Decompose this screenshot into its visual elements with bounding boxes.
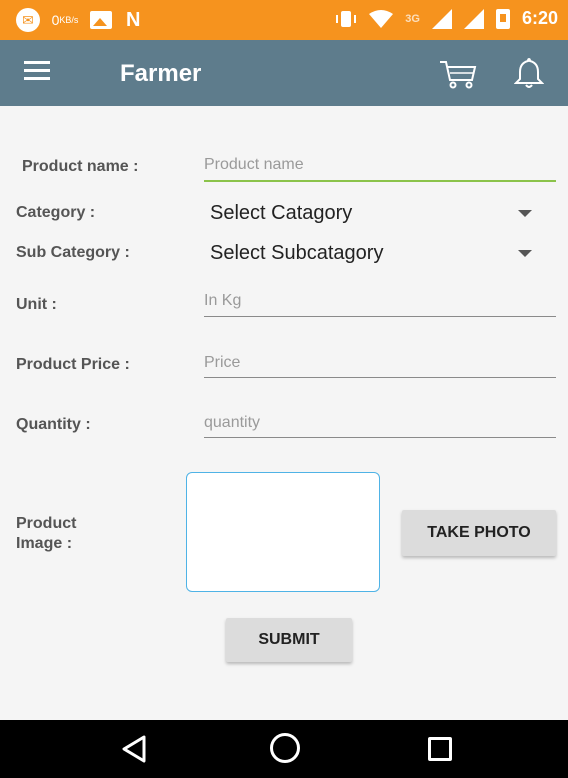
sub-category-select[interactable]: Select Subcatagory — [210, 242, 383, 265]
sub-category-dropdown-icon[interactable] — [518, 250, 532, 257]
product-name-input[interactable]: Product name — [204, 156, 556, 182]
quantity-label: Quantity : — [16, 416, 91, 433]
network-speed-indicator: 0 KB/s — [51, 12, 79, 28]
price-input[interactable]: Price — [204, 354, 556, 378]
network-type-label: 3G — [405, 12, 420, 25]
n-notification-icon: N — [126, 8, 141, 31]
category-dropdown-icon[interactable] — [518, 210, 532, 217]
system-nav-bar — [0, 720, 568, 778]
network-speed-value: 0 — [51, 12, 60, 28]
unit-input[interactable]: In Kg — [204, 292, 556, 317]
status-bar: ✉ 0 KB/s N 3G 6:20 — [0, 0, 568, 40]
notification-chat-icon: ✉ — [16, 8, 40, 32]
gallery-notification-icon — [90, 11, 112, 29]
app-bar: Farmer — [0, 40, 568, 106]
unit-label: Unit : — [16, 296, 57, 313]
status-time: 6:20 — [521, 8, 558, 28]
product-image-label-line1: Product — [16, 515, 77, 532]
product-image-label-line2: Image : — [16, 535, 73, 552]
back-icon[interactable] — [120, 734, 148, 764]
category-label: Category : — [16, 204, 96, 221]
product-name-label: Product name : — [22, 158, 139, 175]
take-photo-button[interactable]: TAKE PHOTO — [402, 510, 556, 556]
signal-strength-2-icon — [463, 8, 484, 29]
app-title: Farmer — [120, 60, 202, 87]
signal-strength-icon — [431, 8, 452, 29]
bell-icon[interactable] — [514, 56, 544, 90]
hamburger-menu-icon[interactable] — [24, 61, 50, 83]
submit-button[interactable]: SUBMIT — [226, 618, 352, 662]
wifi-icon — [369, 9, 394, 28]
battery-icon — [495, 8, 510, 29]
sub-category-label: Sub Category : — [16, 244, 130, 261]
product-image-label: Product Image : — [16, 514, 76, 554]
recent-apps-icon[interactable] — [428, 737, 452, 761]
network-speed-unit: KB/s — [59, 15, 79, 25]
price-label: Product Price : — [16, 356, 130, 373]
category-select[interactable]: Select Catagory — [210, 202, 352, 225]
cart-icon[interactable] — [438, 58, 478, 90]
home-icon[interactable] — [270, 733, 300, 763]
quantity-input[interactable]: quantity — [204, 414, 556, 438]
product-image-preview[interactable] — [186, 472, 380, 592]
vibrate-icon — [336, 10, 357, 27]
